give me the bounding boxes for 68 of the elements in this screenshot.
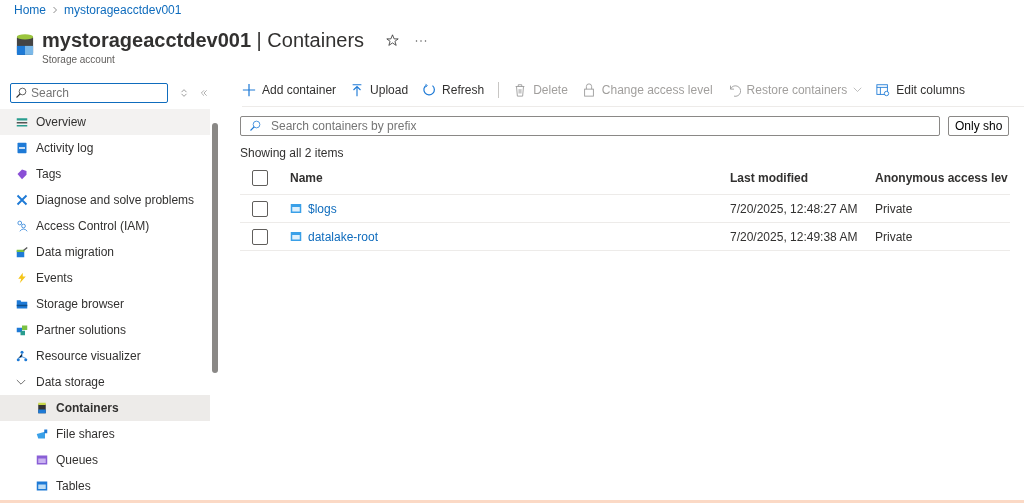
sidebar-item[interactable]: Events	[0, 265, 210, 291]
search-icon[interactable]	[15, 87, 27, 99]
sidebar-item[interactable]: Queues	[0, 447, 210, 473]
toolbar-button[interactable]: Edit columns	[876, 83, 965, 97]
tools-icon	[16, 194, 28, 206]
sidebar-item[interactable]: Tags	[0, 161, 210, 187]
sort-icon[interactable]	[180, 88, 188, 98]
table-icon	[36, 480, 48, 492]
container-icon	[290, 203, 302, 214]
table-cell-text: 7/20/2025, 12:49:38 AM	[730, 229, 859, 244]
item-count: Showing all 2 items	[240, 146, 345, 162]
queue-icon	[36, 454, 48, 466]
table-cell-text: Private	[875, 201, 914, 216]
bucket-icon	[16, 246, 28, 258]
tag-icon	[16, 168, 28, 180]
collapse-icon[interactable]	[200, 88, 208, 98]
container-icon	[36, 402, 48, 414]
lock-icon	[581, 83, 596, 97]
checkbox[interactable]	[252, 170, 268, 186]
tree-icon	[16, 350, 28, 362]
sidebar-item[interactable]: Storage browser	[0, 291, 210, 317]
columns-icon	[876, 83, 891, 97]
checkbox[interactable]	[252, 228, 268, 245]
search-field[interactable]: Search containers by prefix	[240, 116, 940, 136]
refresh-icon	[422, 83, 437, 97]
breadcrumb-link[interactable]: Home	[14, 3, 46, 17]
storage-icon	[16, 33, 34, 57]
chevron-icon[interactable]	[16, 378, 26, 386]
toolbar-button[interactable]: Upload	[350, 83, 409, 97]
column-header: Last modified	[730, 171, 809, 185]
table-cell-text: Private	[875, 229, 914, 244]
sidebar-item[interactable]: Overview	[0, 109, 210, 135]
search-icon[interactable]	[249, 120, 261, 132]
search-field[interactable]: Search	[10, 83, 168, 103]
toolbar-button[interactable]: Add container	[242, 83, 337, 97]
blocks-icon	[16, 324, 28, 336]
container-link[interactable]: $logs	[308, 201, 337, 216]
filter-button[interactable]: Only sho	[948, 116, 1010, 136]
sidebar-item[interactable]: Diagnose and solve problems	[0, 187, 210, 213]
sidebar-item[interactable]: Partner solutions	[0, 317, 210, 343]
table-cell-text: 7/20/2025, 12:48:27 AM	[730, 201, 859, 216]
people-icon	[16, 220, 28, 232]
toolbar-button[interactable]: Refresh	[422, 83, 485, 97]
page-title: mystorageacctdev001 | Containers	[42, 29, 365, 52]
sidebar-item[interactable]: Tables	[0, 473, 210, 499]
sidebar-item[interactable]: Data migration	[0, 239, 210, 265]
more-icon[interactable]	[415, 38, 428, 43]
resource-type: Storage account	[42, 54, 116, 65]
chevron-icon	[52, 6, 58, 14]
plus-icon	[242, 83, 256, 97]
container-icon	[290, 231, 302, 242]
lines-icon	[16, 116, 28, 128]
sidebar-item[interactable]: Containers	[0, 395, 210, 421]
folder-icon	[16, 298, 28, 310]
sidebar-item[interactable]: Resource visualizer	[0, 343, 210, 369]
checkbox[interactable]	[252, 200, 268, 217]
document-icon	[16, 142, 28, 154]
sidebar-item[interactable]: Access Control (IAM)	[0, 213, 210, 239]
sidebar-item[interactable]: Activity log	[0, 135, 210, 161]
star-icon[interactable]	[386, 34, 400, 47]
breadcrumb-link[interactable]: mystorageacctdev001	[64, 3, 182, 17]
container-link[interactable]: datalake-root	[308, 229, 379, 244]
sidebar-item[interactable]: File shares	[0, 421, 210, 447]
column-header: Name	[289, 171, 324, 185]
lightning-icon	[16, 272, 28, 284]
sidebar-item[interactable]: Data storage	[0, 369, 210, 395]
share-icon	[36, 428, 48, 440]
scrollbar-thumb[interactable]	[212, 123, 218, 373]
